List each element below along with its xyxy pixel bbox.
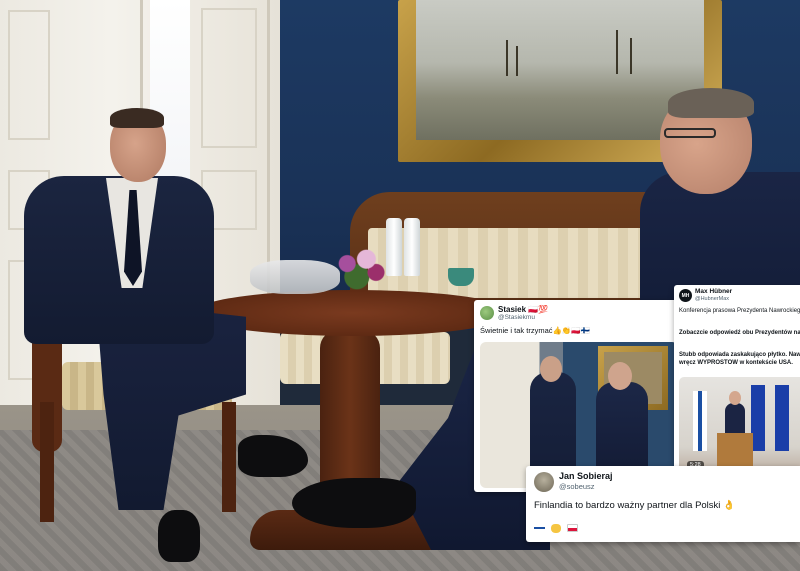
photo-man-left-head xyxy=(540,356,562,382)
post-author-handle[interactable]: @sobeusz xyxy=(559,482,595,491)
social-post-card[interactable]: Stasiek 🇵🇱💯 @Stasiekmu Świetnie i tak tr… xyxy=(474,300,684,492)
wall-panel xyxy=(8,10,50,140)
finland-flag-icon xyxy=(534,524,545,532)
eu-flag xyxy=(775,385,789,451)
shoe xyxy=(158,510,200,562)
boat-mast xyxy=(630,38,632,74)
post-author-name[interactable]: Max Hübner xyxy=(695,288,732,295)
handshake-icon xyxy=(551,524,561,533)
glasses xyxy=(664,128,716,138)
eu-flag xyxy=(751,385,765,451)
boat-mast xyxy=(506,40,508,76)
photo-man-right-head xyxy=(608,362,632,390)
right-man-hair xyxy=(668,88,754,118)
finland-flag xyxy=(693,391,707,451)
flower-bouquet xyxy=(328,246,392,290)
post-text: Konferencja prasowa Prezydenta Nawrockie… xyxy=(679,308,800,314)
post-video[interactable]: 5:28 xyxy=(679,377,800,477)
social-post-card[interactable]: Jan Sobieraj @sobeusz Finlandia to bardz… xyxy=(526,466,800,542)
boat-mast xyxy=(616,30,618,74)
avatar[interactable] xyxy=(534,472,554,492)
teacup xyxy=(448,268,474,286)
door-panel xyxy=(201,8,257,148)
boat-mast xyxy=(516,46,518,76)
silver-tray xyxy=(250,260,340,294)
avatar[interactable]: MH xyxy=(679,289,692,302)
post-author-handle[interactable]: @HubnerMax xyxy=(695,296,729,302)
emoji-row xyxy=(534,524,578,533)
post-text: Finlandia to bardzo ważny partner dla Po… xyxy=(534,500,735,511)
harbor-painting xyxy=(416,0,704,140)
post-author-name[interactable]: Stasiek 🇵🇱💯 xyxy=(498,305,548,314)
post-text: Stubb odpowiada zaskakująco płytko. Nawr… xyxy=(679,352,800,366)
poland-flag-icon xyxy=(567,524,578,532)
shoe xyxy=(292,478,416,528)
post-author-name[interactable]: Jan Sobieraj xyxy=(559,471,613,481)
post-author-handle[interactable]: @Stasiekmu xyxy=(498,314,535,321)
social-post-card[interactable]: MH Max Hübner @HubnerMax Konferencja pra… xyxy=(674,285,800,481)
avatar[interactable] xyxy=(480,306,494,320)
left-man-hair xyxy=(110,108,164,128)
post-text: Zobaczcie odpowiedź obu Prezydentów na p… xyxy=(679,330,800,336)
speaker-head xyxy=(729,391,741,405)
post-text: Świetnie i tak trzymać👍👏🇵🇱🇫🇮 xyxy=(480,326,590,335)
armchair-leg xyxy=(40,402,54,522)
water-bottle xyxy=(404,218,420,276)
armchair-leg xyxy=(222,402,236,512)
